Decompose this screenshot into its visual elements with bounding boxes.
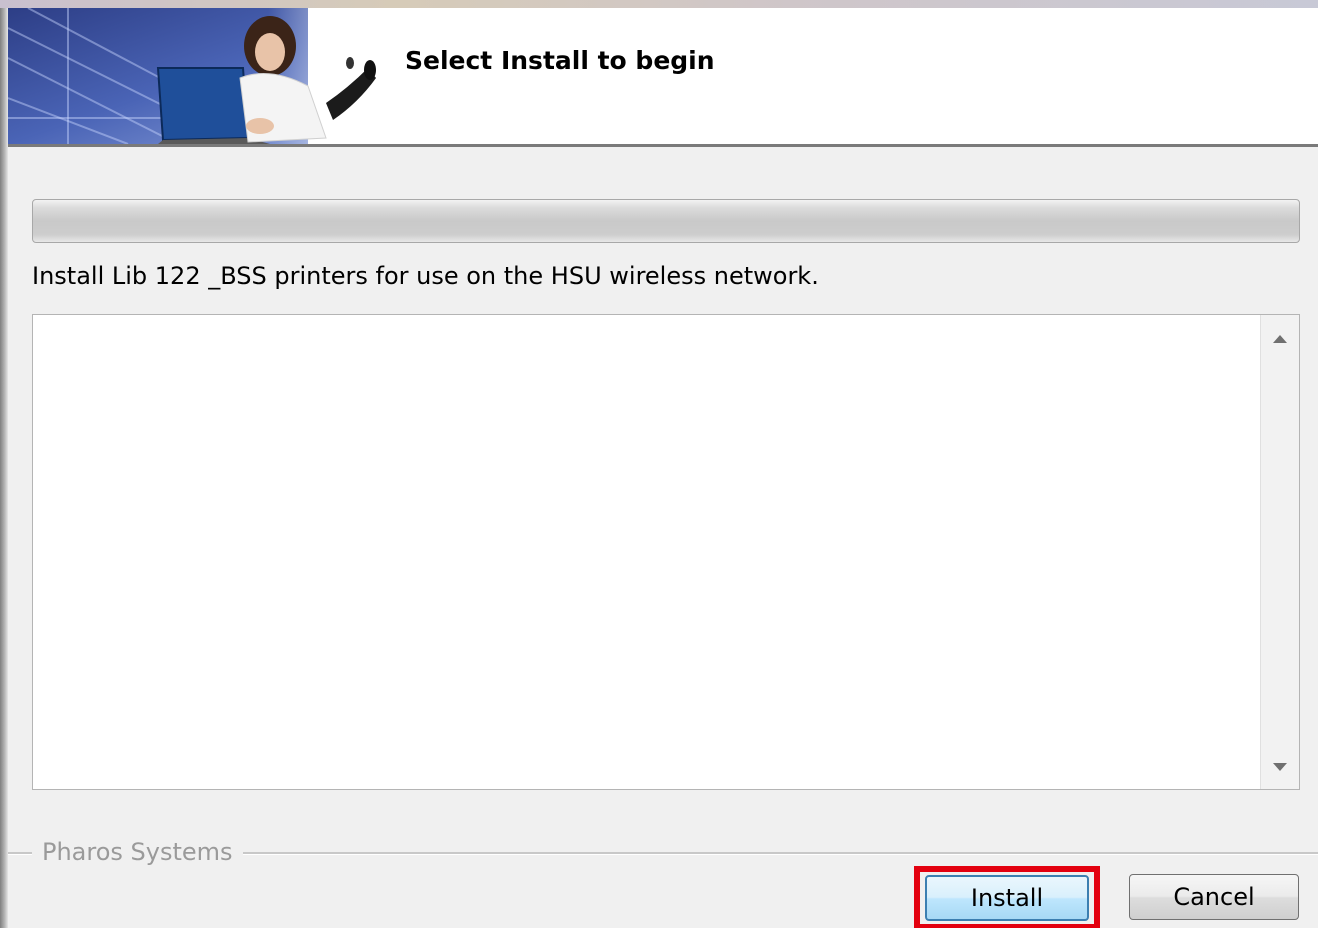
vertical-scrollbar[interactable]: [1260, 315, 1299, 789]
install-description: Install Lib 122 _BSS printers for use on…: [32, 262, 819, 290]
vendor-label: Pharos Systems: [32, 838, 243, 866]
scroll-down-arrow-icon[interactable]: [1261, 747, 1299, 787]
header-panel: Select Install to begin: [8, 8, 1318, 144]
progress-bar: [32, 199, 1300, 243]
install-button[interactable]: Install: [925, 875, 1089, 921]
installer-window: Select Install to begin Install Lib 122 …: [0, 0, 1318, 928]
page-title: Select Install to begin: [405, 46, 715, 75]
cancel-button[interactable]: Cancel: [1129, 874, 1299, 920]
window-left-border: [0, 8, 8, 928]
log-textarea[interactable]: [32, 314, 1300, 790]
window-top-edge: [0, 0, 1318, 8]
banner-image: [8, 8, 398, 144]
scroll-up-arrow-icon[interactable]: [1261, 319, 1299, 359]
header-divider: [8, 144, 1318, 147]
